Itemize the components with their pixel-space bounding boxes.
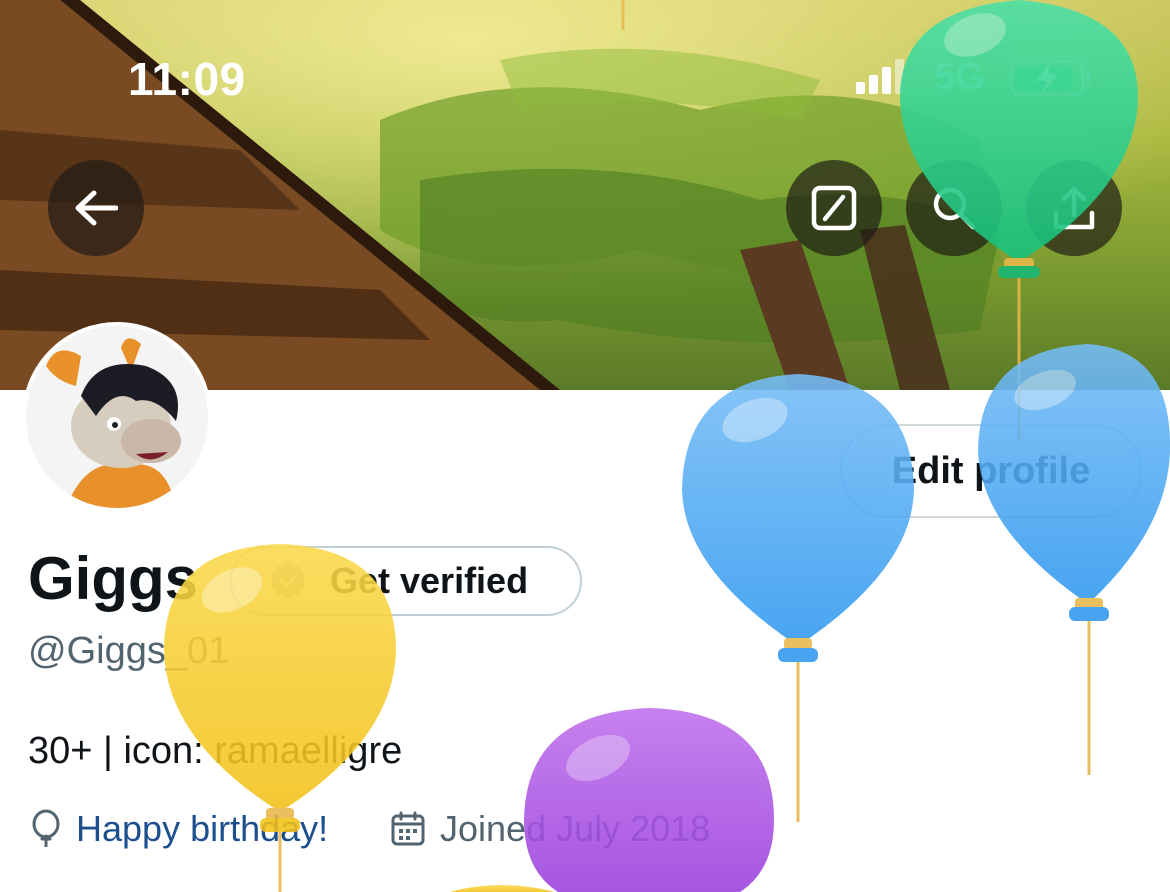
edit-profile-label: Edit profile bbox=[891, 449, 1091, 492]
get-verified-button[interactable]: Get verified bbox=[230, 546, 582, 616]
search-button[interactable] bbox=[906, 160, 1002, 256]
birthday-text: Happy birthday! bbox=[76, 808, 329, 849]
calendar-icon bbox=[391, 811, 425, 846]
balloon-purple bbox=[524, 708, 774, 892]
edit-square-icon bbox=[811, 185, 857, 231]
edit-button[interactable] bbox=[786, 160, 882, 256]
back-arrow-icon bbox=[75, 190, 118, 226]
profile-handle: @Giggs_01 bbox=[28, 630, 230, 672]
status-time: 11:09 bbox=[128, 53, 246, 105]
balloon-icon bbox=[32, 809, 60, 847]
profile-name: Giggs bbox=[28, 545, 199, 612]
joined-item: Joined July 2018 bbox=[390, 808, 710, 850]
battery-charging-icon bbox=[1010, 59, 1091, 97]
network-label: 5G bbox=[934, 56, 985, 98]
avatar[interactable] bbox=[22, 322, 212, 512]
signal-icon bbox=[856, 59, 904, 94]
back-button[interactable] bbox=[48, 160, 144, 256]
verified-badge-icon bbox=[270, 563, 306, 599]
joined-text: Joined July 2018 bbox=[440, 808, 711, 849]
search-icon bbox=[933, 187, 976, 230]
share-icon bbox=[1053, 186, 1095, 230]
balloon-blue-right bbox=[978, 344, 1170, 775]
balloon-yellow-bottom bbox=[450, 885, 555, 892]
get-verified-label: Get verified bbox=[330, 560, 529, 601]
birthday-item[interactable]: Happy birthday! bbox=[30, 808, 328, 850]
edit-profile-button[interactable]: Edit profile bbox=[840, 424, 1142, 518]
profile-bio: 30+ | icon: ramaelligre bbox=[28, 730, 403, 772]
avatar-image bbox=[26, 326, 208, 508]
share-button[interactable] bbox=[1026, 160, 1122, 256]
